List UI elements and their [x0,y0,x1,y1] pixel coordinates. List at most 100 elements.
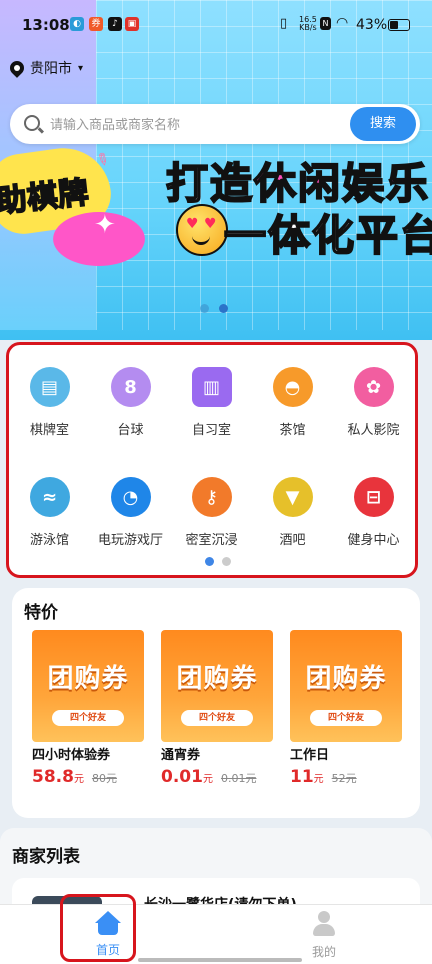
wifi-icon: ◠ [336,15,349,31]
battery-percent: 43% [356,17,388,33]
tiktok-icon: ♪ [108,17,122,31]
game-icon: ◔ [110,477,151,517]
banner-pagination [200,304,228,313]
category-label: 电玩游戏厅 [97,533,163,548]
category-item[interactable]: ▤ 棋牌室 [9,367,90,438]
category-item[interactable]: ⊟ 健身中心 [333,477,414,548]
category-label: 茶馆 [279,423,306,438]
category-grid: ▤ 棋牌室 8 台球 ▥ 自习室 ◓ 茶馆 ✿ 私人影院 ≈ 游泳馆 ◔ 电玩游戏厅 ⚷ 密室沉浸 ▼ 酒吧 ⊟ 健… [6,342,418,578]
category-label: 密室沉浸 [185,533,238,548]
banner-slogan-line1-b: 休闲娱乐 [253,158,431,209]
vibrate-icon: ▯ [280,16,288,31]
category-label: 台球 [117,423,144,438]
deal-price-value: 0.01 [161,767,203,787]
deal-item[interactable]: 团购券四个好友工作日 11元 52元 [290,630,402,787]
category-item[interactable]: ▼ 酒吧 [252,477,333,548]
cocktail-icon: ▼ [272,477,313,517]
coupon-image: 团购券 四个好友 [32,630,144,742]
deal-price-unit: 元 [73,774,84,785]
dumbbell-icon: ⊟ [353,477,394,517]
book-icon: ▥ [191,367,232,407]
deal-original-price: 52元 [331,772,357,785]
banner-slogan-line2: 一体化平台 [223,210,432,261]
coupon-image: 团购券 四个好友 [161,630,273,742]
deal-price: 11元 [290,767,324,787]
status-bar: 13:08 ◐ 券 ♪ ▣ ▯ 16.5 KB/s N ◠ 43% [0,0,432,50]
heart-eyes-emoji-icon: ♥ ♥ [176,204,228,256]
location-pin-icon [7,58,27,78]
app-screen: 助棋牌 ✎ ✦ 打造休闲娱乐 ♥ ♥ 一体化平台 13:08 ◐ 券 ♪ ▣ ▯… [0,0,432,964]
merchant-list-title: 商家列表 [12,847,80,867]
deal-prices: 11元 52元 [290,767,402,787]
sim-icon: N [320,17,331,30]
tab-mine[interactable]: 我的 [284,911,364,960]
coupon-text: 团购券 [47,664,129,694]
banner-dot-active[interactable] [219,304,228,313]
battery-icon [388,19,410,31]
teapot-icon: ◓ [272,367,313,407]
banner-slogan-line1-a: 打造 [165,158,255,209]
coupon-text: 团购券 [305,664,387,694]
coupon-brand: 四个好友 [181,710,253,726]
coupon-image: 团购券 四个好友 [290,630,402,742]
notification-app-icon: ▣ [125,17,139,31]
location-selector[interactable]: 贵阳市 ▾ [7,58,84,78]
emoji-mouth [192,234,210,245]
search-input[interactable] [48,112,352,138]
search-bar: 搜索 [10,104,420,144]
search-icon [24,115,40,131]
category-item[interactable]: ▥ 自习室 [171,367,252,438]
deal-original-price: 0.01元 [220,772,257,785]
category-item[interactable]: ◔ 电玩游戏厅 [90,477,171,548]
key-icon: ⚷ [191,477,232,517]
deal-price: 58.8元 [32,767,84,787]
deal-name: 四小时体验券 [32,748,111,763]
deal-price-unit: 元 [313,774,324,785]
card-table-icon: ▤ [29,367,70,407]
search-button[interactable]: 搜索 [350,107,416,141]
category-item[interactable]: ◓ 茶馆 [252,367,333,438]
category-item[interactable]: ✿ 私人影院 [333,367,414,438]
network-speed-unit: KB/s [299,23,317,32]
deal-price-value: 11 [290,767,314,787]
deal-name: 工作日 [290,748,330,763]
location-city: 贵阳市 [30,61,72,77]
category-row-2: ≈ 游泳馆 ◔ 电玩游戏厅 ⚷ 密室沉浸 ▼ 酒吧 ⊟ 健身中心 [9,477,415,548]
hero-banner[interactable]: 助棋牌 ✎ ✦ 打造休闲娱乐 ♥ ♥ 一体化平台 [0,0,432,340]
deal-item[interactable]: 团购券四个好友通宵券 0.01元 0.01元 [161,630,273,787]
home-indicator [138,958,302,962]
deal-price: 0.01元 [161,767,213,787]
category-item[interactable]: 8 台球 [90,367,171,438]
category-label: 酒吧 [279,533,306,548]
deal-name: 通宵券 [161,748,201,763]
tab-mine-label: 我的 [311,945,336,959]
deal-price-value: 58.8 [32,767,74,787]
special-price-title: 特价 [24,603,58,623]
deal-item[interactable]: 团购券四个好友四小时体验券 58.8元 80元 [32,630,144,787]
film-reel-icon: ✿ [353,367,394,407]
notification-app-icon: ◐ [70,17,84,31]
category-label: 健身中心 [347,533,400,548]
home-tab-highlight [60,894,136,962]
category-item[interactable]: ⚷ 密室沉浸 [171,477,252,548]
coupon-text: 团购券 [176,664,258,694]
coupon-brand: 四个好友 [52,710,124,726]
banner-dot[interactable] [200,304,209,313]
category-item[interactable]: ≈ 游泳馆 [9,477,90,548]
heart-eye-icon: ♥ [204,216,217,232]
category-dot-active[interactable] [205,557,214,566]
notification-app-icon: 券 [89,17,103,31]
category-label: 棋牌室 [29,423,69,438]
chevron-down-icon: ▾ [78,62,84,74]
user-icon-head [318,911,330,923]
category-row-1: ▤ 棋牌室 8 台球 ▥ 自习室 ◓ 茶馆 ✿ 私人影院 [9,367,415,438]
category-dot[interactable] [222,557,231,566]
category-label: 自习室 [191,423,231,438]
swimming-icon: ≈ [29,477,70,517]
user-icon [311,911,337,937]
deal-original-price: 80元 [91,772,117,785]
status-time: 13:08 [22,16,70,34]
coupon-brand: 四个好友 [310,710,382,726]
billiards-icon: 8 [110,367,151,407]
deal-prices: 0.01元 0.01元 [161,767,273,787]
